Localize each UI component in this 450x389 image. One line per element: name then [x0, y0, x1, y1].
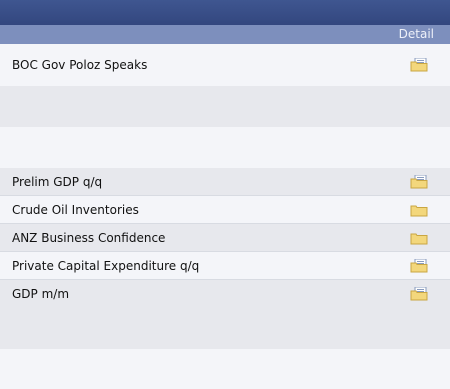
folder-page-icon[interactable] [410, 287, 428, 301]
table-row [0, 86, 450, 127]
table-row[interactable]: Prelim GDP q/q [0, 168, 450, 196]
folder-icon[interactable] [410, 231, 428, 245]
table-row[interactable]: BOC Gov Poloz Speaks [0, 44, 450, 86]
table-row[interactable]: Crude Oil Inventories [0, 196, 450, 224]
folder-page-icon[interactable] [410, 174, 428, 189]
top-bar [0, 0, 450, 25]
detail-column-header: Detail [398, 27, 434, 41]
table-row[interactable]: GDP m/m [0, 280, 450, 308]
folder-page-icon[interactable] [410, 258, 428, 273]
table-row [0, 308, 450, 349]
event-label: ANZ Business Confidence [12, 230, 166, 245]
table-row [0, 349, 450, 389]
table-header: Detail [0, 25, 450, 44]
event-label: Private Capital Expenditure q/q [12, 258, 200, 273]
folder-icon[interactable] [410, 203, 428, 217]
table-row[interactable]: ANZ Business Confidence [0, 224, 450, 252]
table-row [0, 127, 450, 168]
table-row[interactable]: Private Capital Expenditure q/q [0, 252, 450, 280]
event-label: Prelim GDP q/q [12, 174, 103, 189]
event-label: Crude Oil Inventories [12, 202, 139, 217]
event-label: BOC Gov Poloz Speaks [12, 58, 148, 72]
event-label: GDP m/m [12, 287, 70, 301]
folder-page-icon[interactable] [410, 58, 428, 72]
